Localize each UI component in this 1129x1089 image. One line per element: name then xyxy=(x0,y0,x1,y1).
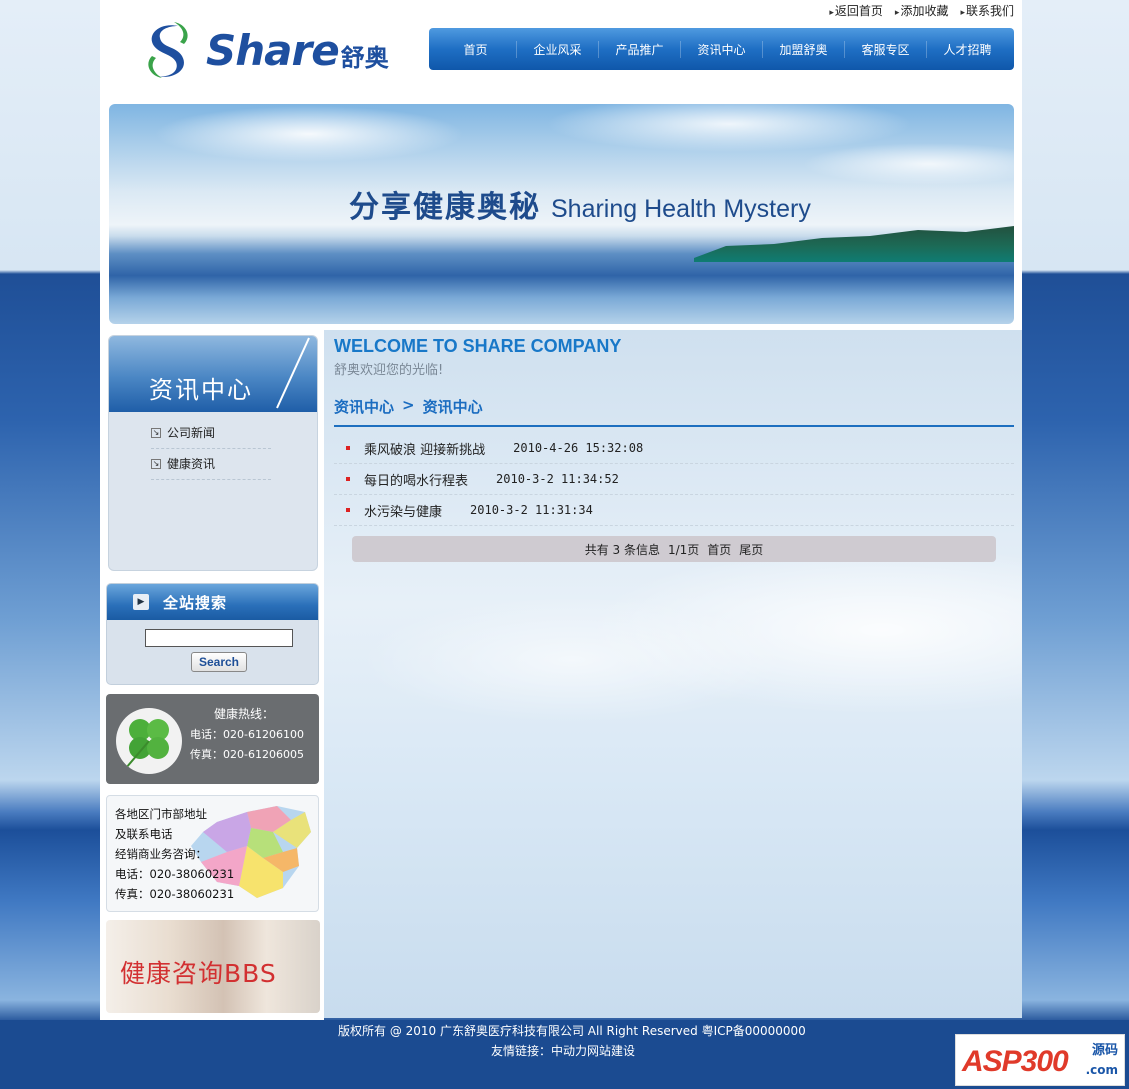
pagination: 共有 3 条信息 1/1页 首页 尾页 xyxy=(352,536,996,562)
watermark-com: .com xyxy=(1085,1063,1118,1077)
banner-title-en: Sharing Health Mystery xyxy=(551,195,811,223)
site-search-header: ▶ 全站搜索 xyxy=(107,584,318,620)
map-line: 经销商业务咨询： xyxy=(115,847,207,861)
sidebar-item-label: 健康资讯 xyxy=(167,457,216,471)
top-link-contact[interactable]: 联系我们 xyxy=(960,2,1014,19)
hero-banner: 分享健康奥秘 Sharing Health Mystery xyxy=(109,104,1014,324)
top-link-favorite[interactable]: 添加收藏 xyxy=(895,2,948,19)
logo-text: Share xyxy=(206,25,340,75)
news-category-list: ↘ 公司新闻 ↘ 健康资讯 xyxy=(109,412,317,480)
asp300-watermark[interactable]: ASP300 源码 .com xyxy=(955,1034,1125,1086)
footer-copyright: 版权所有 @ 2010 广东舒奥医疗科技有限公司 All Right Reser… xyxy=(338,1024,806,1038)
hotline-title: 健康热线： xyxy=(214,707,275,721)
article-date: 2010-3-2 11:31:34 xyxy=(470,503,593,517)
map-line: 各地区门市部地址 xyxy=(115,807,207,821)
breadcrumb: 资讯中心 > 资讯中心 xyxy=(334,396,1014,427)
pagination-last[interactable]: 尾页 xyxy=(739,541,763,558)
logo[interactable]: Share 舒奥 xyxy=(138,20,389,80)
list-item[interactable]: 每日的喝水行程表 2010-3-2 11:34:52 xyxy=(334,464,1014,495)
nav-home[interactable]: 首页 xyxy=(435,41,516,58)
article-list: 乘风破浪 迎接新挑战 2010-4-26 15:32:08 每日的喝水行程表 2… xyxy=(334,433,1014,526)
store-map-box[interactable]: 各地区门市部地址 及联系电话 经销商业务咨询： 电话：020-38060231 … xyxy=(106,795,319,912)
map-line: 及联系电话 xyxy=(115,827,173,841)
sidebar-item-health-news[interactable]: ↘ 健康资讯 xyxy=(151,449,271,480)
article-title[interactable]: 每日的喝水行程表 xyxy=(364,470,468,489)
article-title[interactable]: 水污染与健康 xyxy=(364,501,442,520)
top-link-home[interactable]: 返回首页 xyxy=(829,2,883,19)
breadcrumb-item[interactable]: 资讯中心 xyxy=(334,396,394,417)
list-item[interactable]: 水污染与健康 2010-3-2 11:31:34 xyxy=(334,495,1014,526)
news-category-title: 资讯中心 xyxy=(149,376,253,404)
welcome-title: WELCOME TO SHARE COMPANY xyxy=(334,336,622,356)
search-input[interactable] xyxy=(145,629,293,647)
watermark-text: ASP300 xyxy=(962,1045,1069,1078)
article-date: 2010-3-2 11:34:52 xyxy=(496,472,619,486)
nav-products[interactable]: 产品推广 xyxy=(598,40,680,58)
nav-news[interactable]: 资讯中心 xyxy=(680,40,762,58)
banner-text: 分享健康奥秘 Sharing Health Mystery xyxy=(349,182,811,226)
footer-link[interactable]: 中动力网站建设 xyxy=(551,1044,635,1058)
bullet-icon xyxy=(346,477,350,481)
main-nav: 首页 企业风采 产品推广 资讯中心 加盟舒奥 客服专区 人才招聘 xyxy=(429,28,1014,70)
welcome-subtitle: 舒奥欢迎您的光临! xyxy=(334,363,444,378)
pagination-page: 1/1页 xyxy=(667,542,700,557)
top-links: 返回首页 添加收藏 联系我们 xyxy=(829,2,1014,19)
pagination-first[interactable]: 首页 xyxy=(707,541,731,558)
pagination-summary: 共有 3 条信息 xyxy=(584,542,660,557)
watermark-cn: 源码 xyxy=(1091,1043,1118,1058)
play-arrow-icon: ▶ xyxy=(133,594,149,610)
breadcrumb-separator: > xyxy=(402,396,415,414)
site-search-box: ▶ 全站搜索 Search xyxy=(106,583,319,685)
bbs-title: 健康咨询BBS xyxy=(120,959,277,988)
logo-s-icon xyxy=(148,22,188,78)
arrow-box-icon: ↘ xyxy=(151,428,161,438)
logo-cn: 舒奥 xyxy=(340,43,389,72)
article-title[interactable]: 乘风破浪 迎接新挑战 xyxy=(364,439,485,458)
news-category-header: 资讯中心 xyxy=(109,336,317,412)
nav-company[interactable]: 企业风采 xyxy=(516,40,598,58)
map-line: 传真：020-38060231 xyxy=(115,887,235,901)
nav-join[interactable]: 加盟舒奥 xyxy=(762,40,844,58)
article-date: 2010-4-26 15:32:08 xyxy=(513,441,644,455)
site-search-title: 全站搜索 xyxy=(163,593,228,612)
store-contact-info: 各地区门市部地址 及联系电话 经销商业务咨询： 电话：020-38060231 … xyxy=(115,804,234,904)
sidebar-item-label: 公司新闻 xyxy=(167,426,216,440)
arrow-box-icon: ↘ xyxy=(151,459,161,469)
nav-jobs[interactable]: 人才招聘 xyxy=(926,40,1008,58)
sidebar: 资讯中心 ↘ 公司新闻 ↘ 健康资讯 ▶ 全站搜索 Search 健康热线： 电… xyxy=(100,330,324,1020)
main-content: WELCOME TO SHARE COMPANY 舒奥欢迎您的光临! 资讯中心 … xyxy=(334,336,1014,562)
sidebar-item-company-news[interactable]: ↘ 公司新闻 xyxy=(151,418,271,449)
header: 返回首页 添加收藏 联系我们 Share 舒奥 首页 企业风采 产品推广 资讯中… xyxy=(100,0,1022,330)
slash-decoration-icon xyxy=(276,337,310,409)
health-bbs-banner[interactable]: 健康咨询BBS xyxy=(106,920,320,1013)
search-button[interactable]: Search xyxy=(191,652,247,672)
breadcrumb-item[interactable]: 资讯中心 xyxy=(423,396,483,417)
nav-service[interactable]: 客服专区 xyxy=(844,40,926,58)
footer-links: 友情链接：中动力网站建设 xyxy=(491,1042,635,1059)
footer-links-label: 友情链接： xyxy=(491,1044,552,1058)
hotline-fax: 传真：020-61206005 xyxy=(190,748,304,761)
hotline-phone: 电话：020-61206100 xyxy=(190,728,304,741)
map-line: 电话：020-38060231 xyxy=(115,867,235,881)
bullet-icon xyxy=(346,446,350,450)
news-category-box: 资讯中心 ↘ 公司新闻 ↘ 健康资讯 xyxy=(108,335,318,571)
list-item[interactable]: 乘风破浪 迎接新挑战 2010-4-26 15:32:08 xyxy=(334,433,1014,464)
banner-title-cn: 分享健康奥秘 xyxy=(349,190,541,225)
health-hotline: 健康热线： 电话：020-61206100 传真：020-61206005 xyxy=(106,694,319,784)
clover-icon xyxy=(116,708,182,774)
bullet-icon xyxy=(346,508,350,512)
